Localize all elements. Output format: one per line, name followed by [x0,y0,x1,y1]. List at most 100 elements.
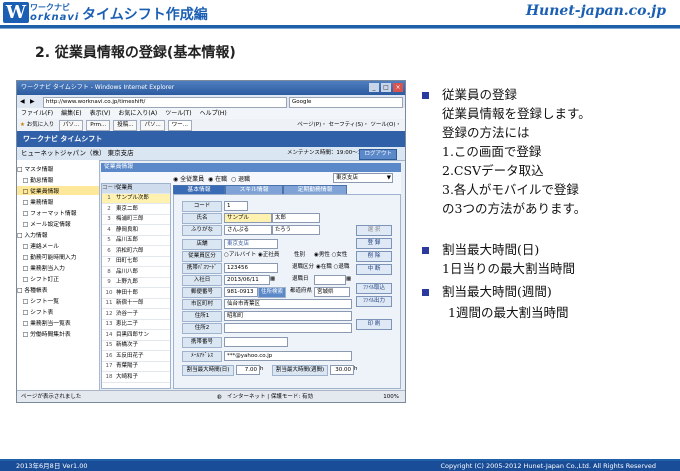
favorites-label[interactable]: お気に入り [27,122,55,128]
employee-row[interactable]: 6 浜松町六郎 [102,247,170,257]
employee-row[interactable]: 10 神田十郎 [102,289,170,299]
fav-tab[interactable]: パソ... [58,120,84,131]
employee-row[interactable]: 9 上野九郎 [102,278,170,288]
employee-row[interactable]: 17 青葉陽子 [102,362,170,372]
maximize-icon[interactable]: □ [381,83,391,92]
sidebar-item[interactable]: □ 各種帳表 [17,285,99,294]
employee-row[interactable]: 2 東京二郎 [102,205,170,215]
globe-icon: ◍ [217,394,222,400]
phone-pw-field[interactable]: 123456 [224,263,278,273]
employee-name: 恵比二子 [116,321,139,327]
address2-field[interactable] [224,323,352,333]
status-radios[interactable]: ◉在職 ○退職 [316,263,349,272]
employee-row[interactable]: 13 恵比二子 [102,320,170,330]
max-week-field[interactable]: 30.00 [330,365,354,375]
zoom-level[interactable]: 100% [383,391,399,402]
last-name-field[interactable]: サンプル [224,213,272,223]
sidebar-item[interactable]: □ 業務割当一覧表 [17,318,99,327]
sidebar-item[interactable]: □ シフト訂正 [17,274,99,283]
employee-row[interactable]: 3 梅浦町三郎 [102,215,170,225]
zip-field[interactable]: 981-0913 [224,287,258,297]
calendar-icon[interactable]: ▦ [270,275,275,284]
employee-row[interactable]: 15 新橋次子 [102,341,170,351]
fav-tab[interactable]: 投稿... [113,120,138,131]
employee-row[interactable]: 4 静岡良和 [102,226,170,236]
sidebar-item[interactable]: □ 連絡メール [17,241,99,250]
menu-help[interactable]: ヘルプ(H) [200,110,227,117]
mail-field[interactable]: ***@yahoo.co.jp [224,351,352,361]
search-input[interactable]: Google [289,97,403,108]
leave-date-field[interactable] [314,275,346,285]
sidebar-item[interactable]: □ マスタ情報 [17,164,99,173]
branch-field[interactable]: 東京支店 [224,239,278,249]
radio-active[interactable]: ◉ 在職 [208,176,227,183]
emp-type-radios[interactable]: ○アルバイト ◉正社員 [224,251,279,260]
address-bar: ◀ ▶ http://www.worknavi.co.jp/timeshift/… [17,95,405,109]
toolbar-right[interactable]: ページ(P)・ セーフティ(S)・ ツール(O)・ [297,119,401,131]
sidebar-item[interactable]: □ 労働時間集計表 [17,329,99,338]
cancel-button[interactable]: 中 断 [356,264,392,275]
minimize-icon[interactable]: _ [369,83,379,92]
menu-favorites[interactable]: お気に入り(A) [118,110,157,117]
menu-edit[interactable]: 編集(E) [61,110,81,117]
print-button[interactable]: 印 刷 [356,319,392,330]
menu-tools[interactable]: ツール(T) [165,110,191,117]
fav-tab-active[interactable]: ワー... [167,120,192,131]
pref-field[interactable]: 宮城県 [314,287,350,297]
sidebar-item[interactable]: □ フォーマット情報 [17,208,99,217]
fav-tab[interactable]: パソ... [140,120,165,131]
register-button[interactable]: 登 録 [356,238,392,249]
last-kana-field[interactable]: さんぷる [224,225,272,235]
sidebar-item[interactable]: □ 業務割当入力 [17,263,99,272]
employee-row[interactable]: 1 サンプル次郎 [102,194,170,204]
address1-field[interactable]: 昭和町 [224,311,352,321]
employee-row[interactable]: 14 目黒四郎サン [102,331,170,341]
first-kana-field[interactable]: たろう [272,225,320,235]
file-import-button[interactable]: ﾌｧｲﾙ取込 [356,283,392,294]
fav-tab[interactable]: Prm... [86,120,111,131]
employee-row[interactable]: 18 大崎和子 [102,373,170,383]
sidebar-item[interactable]: □ 入力情報 [17,230,99,239]
branch-select[interactable]: 東京支店 ▼ [333,173,393,183]
address-input[interactable]: http://www.worknavi.co.jp/timeshift/ [43,97,287,108]
radio-all[interactable]: ◉ 全従業員 [173,176,204,183]
max-day-field[interactable]: 7.00 [236,365,260,375]
employee-name: 渋谷一子 [116,310,139,317]
sidebar-item[interactable]: □ 業務情報 [17,197,99,206]
employee-row[interactable]: 7 田町七郎 [102,257,170,267]
employee-row[interactable]: 12 渋谷一子 [102,310,170,320]
max-week-label: 割当最大時間(週間) [272,365,328,376]
sidebar-item[interactable]: □ 勤務可能時間入力 [17,252,99,261]
sidebar-item[interactable]: □ シフト表 [17,307,99,316]
sidebar-item[interactable]: □ シフト一覧 [17,296,99,305]
pref-label: 都道府県 [290,288,313,294]
mobile-field[interactable] [224,337,288,347]
gender-radios[interactable]: ◉男性 ○女性 [314,251,347,260]
employee-row[interactable]: 8 品川八郎 [102,268,170,278]
join-date-field[interactable]: 2013/06/11 [224,275,270,285]
code-field[interactable]: 1 [224,201,248,211]
menu-view[interactable]: 表示(V) [90,110,111,117]
code-column-header: コード [102,185,119,191]
forward-icon[interactable]: ▶ [30,95,35,108]
employee-row[interactable]: 11 新宿十一郎 [102,299,170,309]
city-field[interactable]: 仙台市青葉区 [224,299,352,309]
first-name-field[interactable]: 太郎 [272,213,320,223]
employee-row[interactable]: 5 品川五郎 [102,236,170,246]
delete-button[interactable]: 削 除 [356,251,392,262]
radio-retired[interactable]: ○ 退職 [231,176,250,183]
zip-search-button[interactable]: 住所検索 [258,287,286,298]
calendar-icon[interactable]: ▦ [346,275,351,284]
sidebar-item[interactable]: □ 勤怠情報 [17,175,99,184]
menu-file[interactable]: ファイル(F) [21,110,53,117]
employee-name: 梅浦町三郎 [116,216,144,222]
select-button[interactable]: 選 択 [356,225,392,236]
back-icon[interactable]: ◀ [20,95,25,108]
sidebar-item[interactable]: □ メール設定情報 [17,219,99,228]
logout-button[interactable]: ログアウト [359,149,397,160]
close-icon[interactable]: × [393,83,403,92]
file-export-button[interactable]: ﾌｧｲﾙ出力 [356,296,392,307]
bullet2-title: 割当最大時間(日) [442,242,540,257]
sidebar-item[interactable]: □ 従業員情報 [17,186,99,195]
employee-row[interactable]: 16 五反田花子 [102,352,170,362]
